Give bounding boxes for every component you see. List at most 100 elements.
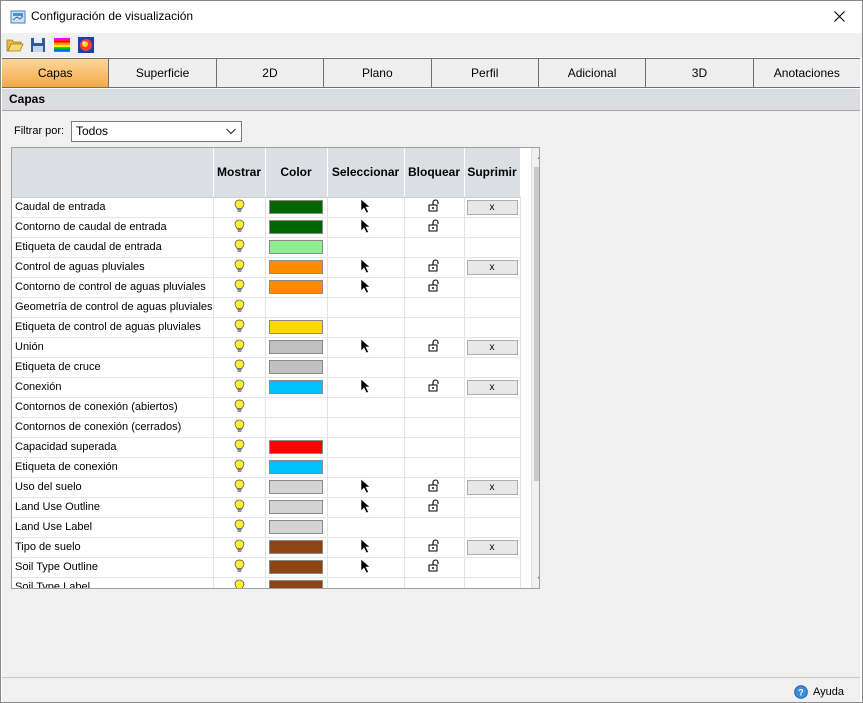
tab-capas[interactable]: Capas — [2, 59, 110, 87]
delete-cell[interactable]: x — [464, 537, 521, 558]
lock-cell[interactable] — [404, 397, 465, 418]
color-cell[interactable] — [265, 337, 328, 358]
tab-superficie[interactable]: Superficie — [109, 59, 217, 87]
color-swatch[interactable] — [269, 520, 324, 534]
scroll-down-arrow-icon[interactable]: ▼ — [532, 571, 539, 588]
color-swatch[interactable] — [269, 220, 324, 234]
show-toggle[interactable] — [213, 357, 266, 378]
lightbulb-icon[interactable] — [234, 379, 245, 396]
show-toggle[interactable] — [213, 477, 266, 498]
lightbulb-icon[interactable] — [234, 499, 245, 516]
tab-3d[interactable]: 3D — [646, 59, 754, 87]
lightbulb-icon[interactable] — [234, 279, 245, 296]
lock-cell[interactable] — [404, 417, 465, 438]
lightbulb-icon[interactable] — [234, 479, 245, 496]
select-cell[interactable] — [327, 197, 405, 218]
color-swatch[interactable] — [269, 280, 324, 294]
color-cell[interactable] — [265, 237, 328, 258]
color-swatch[interactable] — [269, 540, 324, 554]
color-swatch[interactable] — [269, 200, 324, 214]
color-swatch[interactable] — [269, 240, 324, 254]
cursor-arrow-icon[interactable] — [360, 557, 371, 577]
padlock-icon[interactable] — [428, 539, 440, 555]
close-button[interactable] — [816, 1, 862, 32]
delete-button[interactable]: x — [466, 379, 518, 395]
select-cell[interactable] — [327, 217, 405, 238]
lock-cell[interactable] — [404, 237, 465, 258]
select-cell[interactable] — [327, 397, 405, 418]
delete-cell[interactable]: x — [464, 337, 521, 358]
rainbow-palette-icon[interactable] — [53, 36, 71, 54]
delete-cell[interactable] — [464, 457, 521, 478]
padlock-icon[interactable] — [428, 279, 440, 295]
color-cell[interactable] — [265, 477, 328, 498]
delete-button[interactable]: x — [466, 479, 518, 495]
select-cell[interactable] — [327, 377, 405, 398]
lock-cell[interactable] — [404, 537, 465, 558]
delete-cell[interactable] — [464, 577, 521, 588]
color-cell[interactable] — [265, 497, 328, 518]
layer-row[interactable]: Etiqueta de cruce — [12, 357, 521, 378]
show-toggle[interactable] — [213, 517, 266, 538]
layer-row[interactable]: Caudal de entrada x — [12, 197, 521, 218]
layer-row[interactable]: Land Use Outline — [12, 497, 521, 518]
show-toggle[interactable] — [213, 397, 266, 418]
show-toggle[interactable] — [213, 537, 266, 558]
color-swatch[interactable] — [269, 440, 324, 454]
scrollbar-thumb[interactable] — [534, 167, 539, 481]
lock-cell[interactable] — [404, 497, 465, 518]
select-cell[interactable] — [327, 417, 405, 438]
delete-cell[interactable] — [464, 357, 521, 378]
color-swatch[interactable] — [269, 580, 324, 588]
layer-row[interactable]: Unión x — [12, 337, 521, 358]
filter-dropdown[interactable]: Todos — [71, 121, 242, 142]
lightbulb-icon[interactable] — [234, 339, 245, 356]
color-cell[interactable] — [265, 277, 328, 298]
lightbulb-icon[interactable] — [234, 519, 245, 536]
select-cell[interactable] — [327, 337, 405, 358]
lock-cell[interactable] — [404, 357, 465, 378]
layer-row[interactable]: Land Use Label — [12, 517, 521, 538]
select-cell[interactable] — [327, 237, 405, 258]
lock-cell[interactable] — [404, 197, 465, 218]
lock-cell[interactable] — [404, 377, 465, 398]
color-swatch[interactable] — [269, 560, 324, 574]
lock-cell[interactable] — [404, 317, 465, 338]
color-cell[interactable] — [265, 357, 328, 378]
color-swatch[interactable] — [269, 260, 324, 274]
layer-row[interactable]: Contorno de control de aguas pluviales — [12, 277, 521, 298]
delete-cell[interactable]: x — [464, 377, 521, 398]
show-toggle[interactable] — [213, 577, 266, 588]
select-cell[interactable] — [327, 577, 405, 588]
lightbulb-icon[interactable] — [234, 239, 245, 256]
lightbulb-icon[interactable] — [234, 219, 245, 236]
lock-cell[interactable] — [404, 217, 465, 238]
show-toggle[interactable] — [213, 437, 266, 458]
delete-cell[interactable]: x — [464, 477, 521, 498]
delete-cell[interactable] — [464, 297, 521, 318]
color-scheme-icon[interactable] — [77, 36, 95, 54]
show-toggle[interactable] — [213, 297, 266, 318]
color-cell[interactable] — [265, 457, 328, 478]
lightbulb-icon[interactable] — [234, 259, 245, 276]
padlock-icon[interactable] — [428, 379, 440, 395]
column-header-seleccionar[interactable]: Seleccionar — [327, 148, 405, 198]
layer-row[interactable]: Etiqueta de conexión — [12, 457, 521, 478]
select-cell[interactable] — [327, 437, 405, 458]
padlock-icon[interactable] — [428, 559, 440, 575]
show-toggle[interactable] — [213, 277, 266, 298]
layer-row[interactable]: Uso del suelo x — [12, 477, 521, 498]
delete-cell[interactable]: x — [464, 197, 521, 218]
delete-cell[interactable] — [464, 277, 521, 298]
lightbulb-icon[interactable] — [234, 399, 245, 416]
delete-button[interactable]: x — [466, 539, 518, 555]
color-cell[interactable] — [265, 537, 328, 558]
delete-button[interactable]: x — [466, 339, 518, 355]
lightbulb-icon[interactable] — [234, 319, 245, 336]
delete-cell[interactable] — [464, 557, 521, 578]
lock-cell[interactable] — [404, 477, 465, 498]
cursor-arrow-icon[interactable] — [360, 217, 371, 237]
show-toggle[interactable] — [213, 217, 266, 238]
show-toggle[interactable] — [213, 257, 266, 278]
cursor-arrow-icon[interactable] — [360, 477, 371, 497]
